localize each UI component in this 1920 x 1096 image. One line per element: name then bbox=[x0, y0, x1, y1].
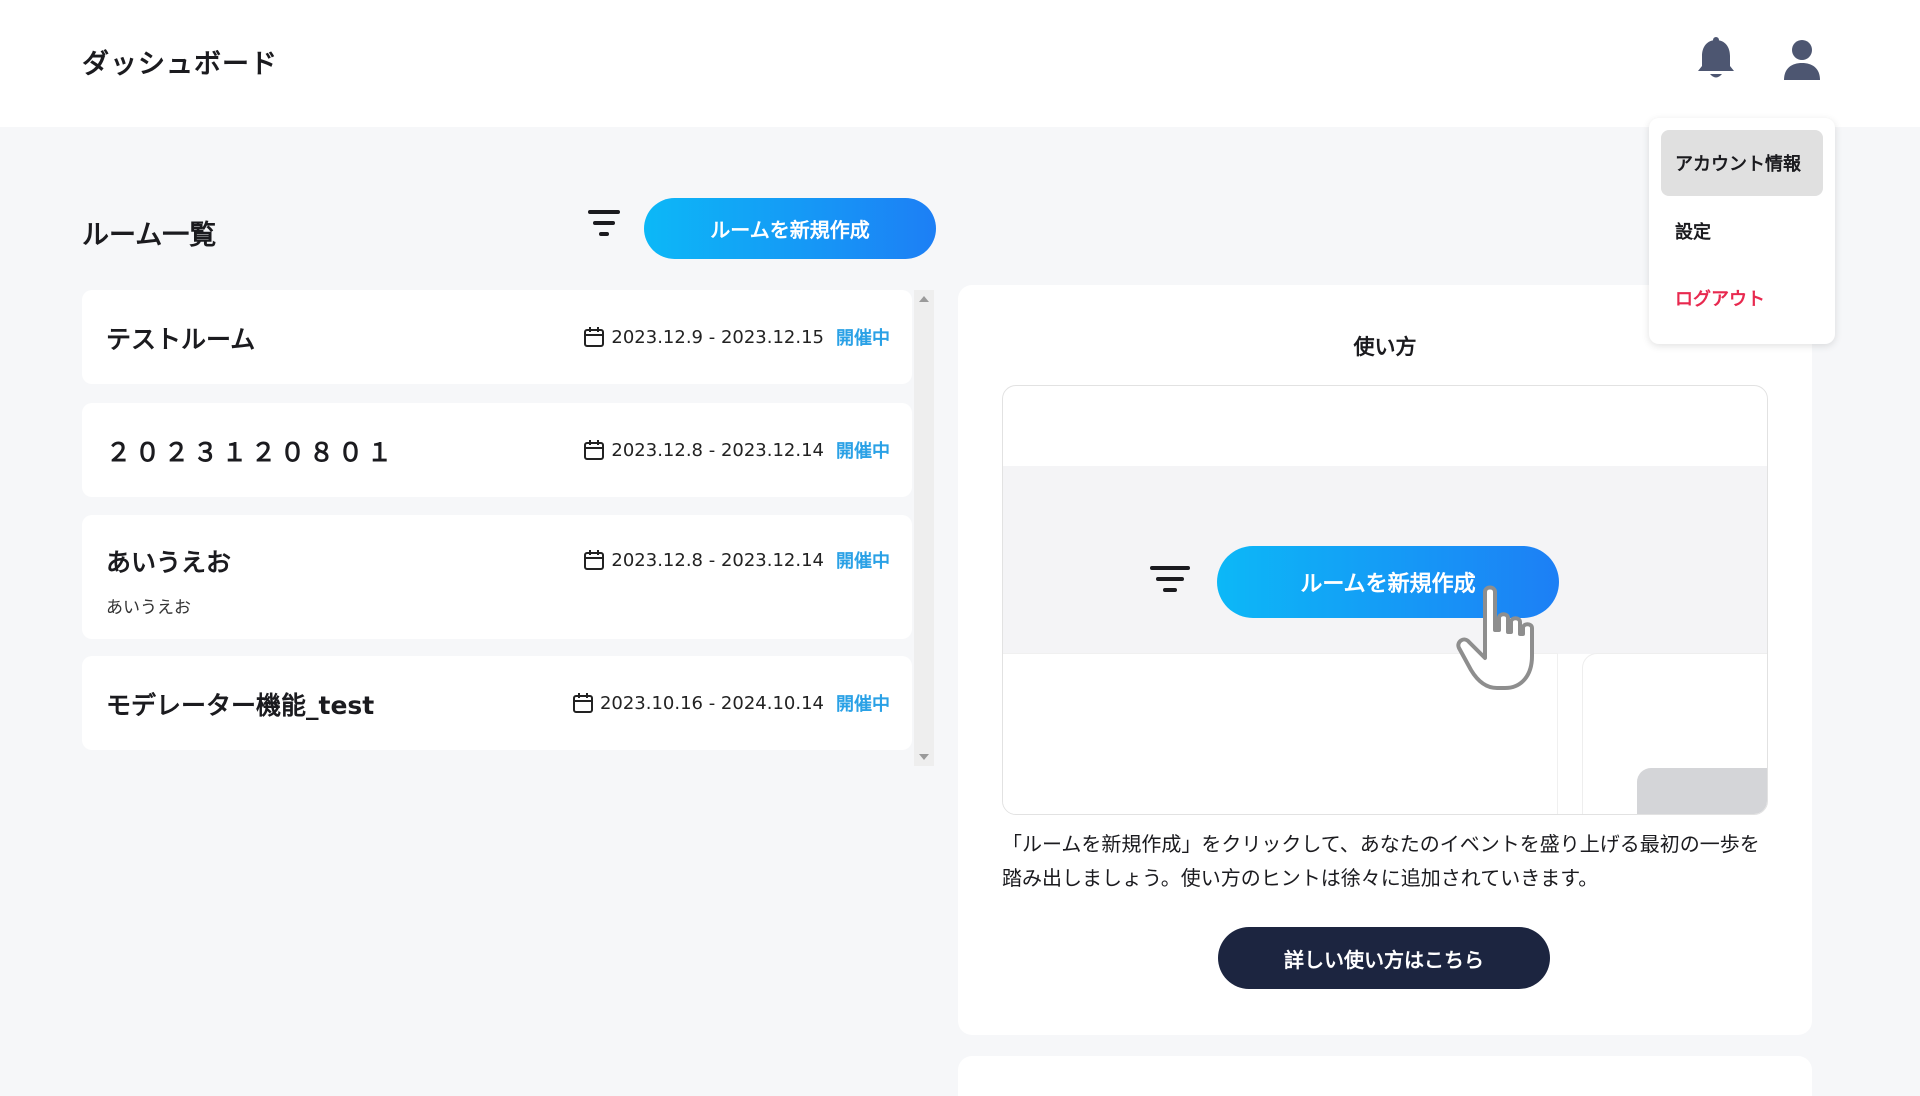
status-badge: 開催中 bbox=[836, 441, 890, 462]
room-name: テストルーム bbox=[106, 325, 256, 354]
page-title: ダッシュボード bbox=[82, 49, 278, 80]
filter-icon bbox=[1150, 562, 1190, 596]
room-name: ２０２３１２０８０１ bbox=[106, 438, 397, 467]
room-card[interactable]: あいうえお あいうえお 2023.12.8 - 2023.12.14 開催中 bbox=[82, 515, 912, 639]
room-meta: 2023.10.16 - 2024.10.14 開催中 bbox=[572, 690, 890, 716]
room-period: 2023.12.8 - 2023.12.14 bbox=[611, 549, 824, 571]
howto-preview-image: ルームを新規作成 bbox=[1002, 385, 1768, 815]
room-period: 2023.12.8 - 2023.12.14 bbox=[611, 439, 824, 461]
account-dropdown: アカウント情報 設定 ログアウト bbox=[1649, 118, 1835, 344]
calendar-icon bbox=[584, 327, 605, 347]
room-list-scrollbar[interactable] bbox=[914, 290, 934, 766]
calendar-icon bbox=[584, 440, 605, 460]
howto-description: 「ルームを新規作成」をクリックして、あなたのイベントを盛り上げる最初の一歩を踏み… bbox=[1002, 832, 1760, 890]
room-meta: 2023.12.8 - 2023.12.14 開催中 bbox=[583, 547, 890, 573]
scroll-down-icon[interactable] bbox=[919, 754, 929, 760]
room-card[interactable]: モデレーター機能_test 2023.10.16 - 2024.10.14 開催… bbox=[82, 656, 912, 750]
user-icon[interactable] bbox=[1782, 38, 1822, 82]
room-card[interactable]: テストルーム 2023.12.9 - 2023.12.15 開催中 bbox=[82, 290, 912, 384]
menu-item-account[interactable]: アカウント情報 bbox=[1661, 130, 1823, 196]
room-description: あいうえお bbox=[106, 598, 191, 618]
menu-item-logout[interactable]: ログアウト bbox=[1661, 265, 1823, 331]
next-card bbox=[958, 1056, 1812, 1096]
pointer-hand-icon bbox=[1455, 584, 1545, 694]
create-room-button[interactable]: ルームを新規作成 bbox=[644, 198, 936, 259]
menu-item-settings[interactable]: 設定 bbox=[1661, 198, 1823, 264]
status-badge: 開催中 bbox=[836, 694, 890, 715]
bell-icon[interactable] bbox=[1694, 36, 1738, 84]
status-badge: 開催中 bbox=[836, 328, 890, 349]
rooms-section-title: ルーム一覧 bbox=[82, 220, 217, 251]
room-meta: 2023.12.9 - 2023.12.15 開催中 bbox=[583, 324, 890, 350]
scroll-up-icon[interactable] bbox=[919, 296, 929, 302]
status-badge: 開催中 bbox=[836, 551, 890, 572]
room-meta: 2023.12.8 - 2023.12.14 開催中 bbox=[583, 437, 890, 463]
calendar-icon bbox=[572, 693, 593, 713]
howto-card: 使い方 ルームを新規作成 「ルームを新規作成」をクリックして、あなたのイベントを… bbox=[958, 285, 1812, 1035]
preview-block bbox=[1637, 768, 1767, 814]
room-card[interactable]: ２０２３１２０８０１ 2023.12.8 - 2023.12.14 開催中 bbox=[82, 403, 912, 497]
room-period: 2023.12.9 - 2023.12.15 bbox=[611, 326, 824, 348]
room-period: 2023.10.16 - 2024.10.14 bbox=[599, 692, 824, 714]
room-name: あいうえお bbox=[106, 548, 232, 577]
calendar-icon bbox=[584, 550, 605, 570]
top-header: ダッシュボード bbox=[0, 0, 1920, 127]
room-name: モデレーター機能_test bbox=[106, 691, 375, 720]
filter-icon[interactable] bbox=[584, 206, 624, 240]
guide-button[interactable]: 詳しい使い方はこちら bbox=[1218, 927, 1550, 989]
